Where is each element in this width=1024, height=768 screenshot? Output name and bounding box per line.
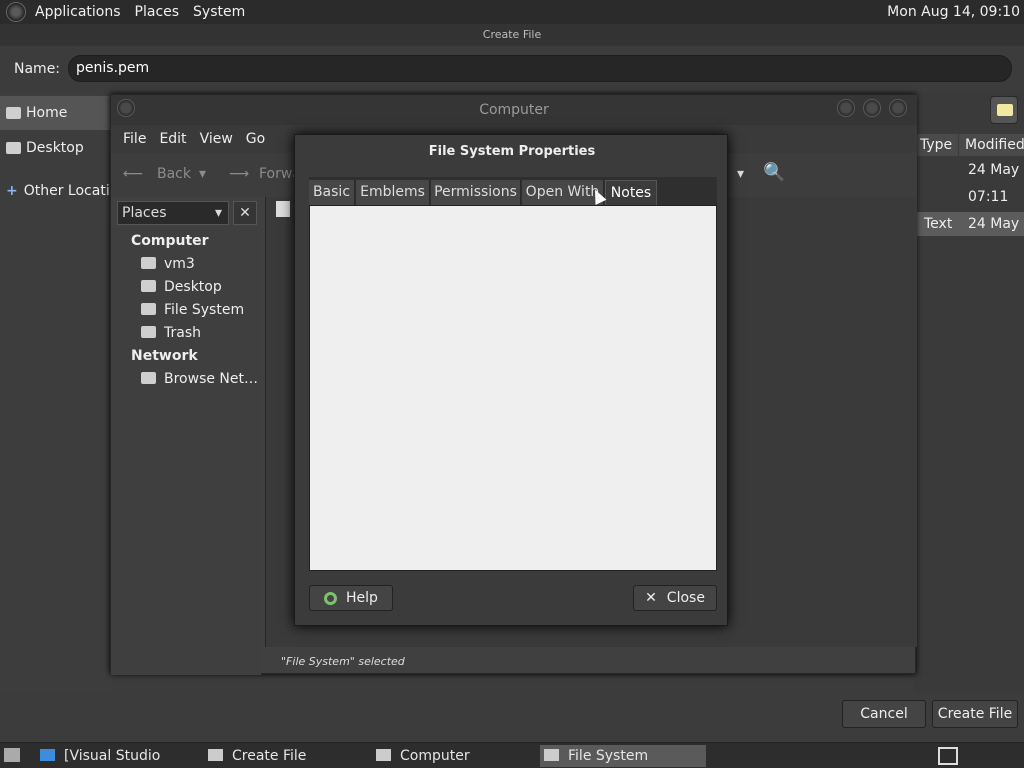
taskbar: [Visual Studio Code] Create File Compute… bbox=[0, 742, 1024, 768]
computer-icon bbox=[376, 749, 391, 761]
column-header-type[interactable]: Type bbox=[914, 134, 958, 156]
menu-applications[interactable]: Applications bbox=[30, 4, 126, 20]
chevron-down-icon[interactable]: ▾ bbox=[737, 166, 744, 182]
menu-view[interactable]: View bbox=[199, 131, 234, 147]
sidebar-item-label: Home bbox=[26, 105, 68, 121]
window-title: Computer bbox=[479, 102, 549, 118]
close-button-label: Close bbox=[666, 590, 705, 606]
chevron-down-icon: ▾ bbox=[214, 205, 222, 221]
table-cell-modified: 24 May bbox=[968, 162, 1020, 178]
menu-places[interactable]: Places bbox=[130, 4, 185, 20]
edit-location-icon[interactable] bbox=[276, 201, 290, 217]
trash-icon bbox=[141, 326, 156, 338]
search-icon[interactable]: 🔍 bbox=[763, 162, 785, 183]
places-item-label: Browse Net… bbox=[164, 371, 259, 387]
sidebar-item-home[interactable]: Home bbox=[0, 96, 112, 130]
workspace-switcher-icon[interactable] bbox=[938, 747, 958, 765]
sidebar-item-desktop[interactable]: Desktop bbox=[0, 131, 112, 165]
tab-bar: Basic Emblems Permissions Open With Note… bbox=[309, 177, 717, 205]
close-button[interactable]: ✕ Close bbox=[633, 585, 717, 611]
places-dropdown-label: Places bbox=[122, 205, 167, 221]
drive-icon bbox=[141, 303, 156, 315]
create-folder-button[interactable] bbox=[990, 96, 1018, 124]
table-cell-type: Text bbox=[924, 216, 953, 232]
task-create-file[interactable]: Create File bbox=[204, 745, 364, 767]
dialog-title: File System Properties bbox=[428, 144, 596, 159]
tab-basic[interactable]: Basic bbox=[309, 180, 355, 205]
sidebar-item-label: Other Locations bbox=[23, 183, 112, 199]
menu-file[interactable]: File bbox=[122, 131, 147, 147]
places-item-desktop[interactable]: Desktop bbox=[141, 279, 222, 295]
name-label: Name: bbox=[14, 61, 61, 77]
computer-titlebar[interactable]: Computer bbox=[111, 95, 917, 125]
plus-icon: + bbox=[6, 183, 18, 199]
sidebar-item-other-locations[interactable]: + Other Locations bbox=[0, 174, 112, 208]
places-item-vm3[interactable]: vm3 bbox=[141, 256, 195, 272]
show-desktop-icon[interactable] bbox=[4, 748, 20, 762]
column-header-modified[interactable]: Modified bbox=[959, 134, 1024, 156]
desktop-folder-icon bbox=[6, 142, 21, 154]
task-label: Create File bbox=[232, 748, 307, 764]
distro-logo-icon[interactable] bbox=[6, 2, 26, 22]
task-file-system-properties[interactable]: File System Properties bbox=[540, 745, 706, 767]
window-icon bbox=[208, 749, 223, 761]
vscode-icon bbox=[40, 749, 55, 761]
cancel-button[interactable]: Cancel bbox=[842, 700, 926, 728]
network-icon bbox=[141, 372, 156, 384]
places-item-label: File System bbox=[164, 302, 245, 318]
task-computer[interactable]: Computer bbox=[372, 745, 532, 767]
places-pane: Computer vm3 Desktop File System Trash N… bbox=[111, 227, 261, 675]
task-visual-studio-code[interactable]: [Visual Studio Code] bbox=[36, 745, 196, 767]
clock[interactable]: Mon Aug 14, 09:10 bbox=[887, 4, 1020, 20]
places-dropdown[interactable]: Places ▾ bbox=[117, 201, 229, 225]
minimize-icon[interactable] bbox=[837, 99, 855, 117]
statusbar: "File System" selected bbox=[281, 655, 405, 668]
close-icon: ✕ bbox=[645, 590, 657, 606]
maximize-icon[interactable] bbox=[863, 99, 881, 117]
home-folder-icon bbox=[6, 107, 21, 119]
window-icon bbox=[544, 749, 559, 761]
notes-textarea[interactable] bbox=[309, 205, 717, 571]
help-button[interactable]: Help bbox=[309, 585, 393, 611]
help-icon bbox=[324, 591, 338, 605]
new-folder-icon bbox=[997, 104, 1013, 116]
create-file-button[interactable]: Create File bbox=[932, 700, 1018, 728]
menu-go[interactable]: Go bbox=[245, 131, 266, 147]
tab-notes[interactable]: Notes bbox=[605, 180, 657, 205]
help-button-label: Help bbox=[346, 590, 378, 606]
table-cell-modified: 07:11 bbox=[968, 189, 1009, 205]
places-item-label: Trash bbox=[164, 325, 201, 341]
close-pane-button[interactable]: ✕ bbox=[233, 201, 257, 225]
menu-edit[interactable]: Edit bbox=[158, 131, 187, 147]
sidebar-item-label: Desktop bbox=[26, 140, 84, 156]
task-label: [Visual Studio Code] bbox=[64, 748, 161, 764]
file-list-columns bbox=[914, 92, 1024, 692]
chevron-down-icon[interactable]: ▾ bbox=[199, 166, 206, 182]
back-arrow-icon: ⟵ bbox=[123, 166, 144, 182]
file-system-properties-dialog: File System Properties Basic Emblems Per… bbox=[294, 134, 728, 626]
tab-emblems[interactable]: Emblems bbox=[356, 180, 430, 205]
desktop-folder-icon bbox=[141, 280, 156, 292]
tab-permissions[interactable]: Permissions bbox=[431, 180, 521, 205]
close-icon[interactable] bbox=[889, 99, 907, 117]
places-item-trash[interactable]: Trash bbox=[141, 325, 201, 341]
create-file-title: Create File bbox=[0, 24, 1024, 46]
back-button[interactable]: Back bbox=[157, 166, 191, 182]
places-section-header: Computer bbox=[131, 233, 209, 249]
places-item-label: vm3 bbox=[164, 256, 195, 272]
places-item-browse-network[interactable]: Browse Net… bbox=[141, 371, 258, 387]
forward-arrow-icon: ⟶ bbox=[229, 166, 250, 182]
top-panel: Applications Places System Mon Aug 14, 0… bbox=[0, 0, 1024, 24]
menu-system[interactable]: System bbox=[188, 4, 250, 20]
task-label: File System Properties bbox=[568, 748, 649, 764]
filename-input[interactable]: penis.pem bbox=[68, 55, 1012, 82]
file-chooser-sidebar: Home Desktop + Other Locations bbox=[0, 92, 112, 692]
places-item-file-system[interactable]: File System bbox=[141, 302, 244, 318]
places-section-header: Network bbox=[131, 348, 198, 364]
places-item-label: Desktop bbox=[164, 279, 222, 295]
table-cell-modified: 24 May bbox=[968, 216, 1020, 232]
task-label: Computer bbox=[400, 748, 470, 764]
home-folder-icon bbox=[141, 257, 156, 269]
